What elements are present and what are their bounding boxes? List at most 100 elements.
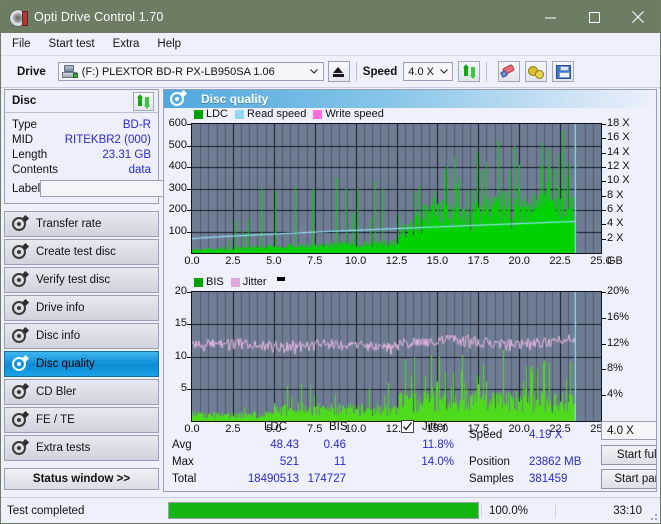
legend-swatch [235, 109, 245, 119]
axis-tick-label: 20% [607, 285, 630, 297]
jitter-marker-icon [276, 277, 285, 281]
sidebar-item-extra-tests[interactable]: Extra tests [4, 435, 159, 461]
progress-bar [168, 502, 479, 519]
content-area: Disc Type BD-R MID RITEKBR2 (000) Length… [1, 87, 660, 494]
legend-item-jitter: Jitter [230, 276, 267, 288]
elapsed-time: 33:10 [555, 504, 660, 517]
sidebar-item-label: CD Bler [36, 386, 77, 398]
drive-select[interactable]: (F:) PLEXTOR BD-R PX-LB950SA 1.06 [57, 62, 324, 81]
stats-header-ldc: LDC [264, 421, 288, 433]
axis-tick-label: 15 [174, 317, 187, 330]
drive-select-value: (F:) PLEXTOR BD-R PX-LB950SA 1.06 [81, 65, 275, 78]
sidebar-item-disc-quality[interactable]: Disc quality [4, 351, 159, 377]
drive-label: Drive [17, 65, 46, 78]
disc-icon [9, 8, 28, 27]
sidebar-item-label: Transfer rate [36, 218, 102, 230]
axis-tick [602, 138, 606, 140]
speed-select[interactable]: 4.0 X [403, 62, 454, 81]
axis-tick-label: 20.0 [508, 255, 530, 267]
maximize-icon[interactable] [572, 1, 616, 33]
axis-tick [187, 388, 191, 390]
stats-row-label-avg: Avg [172, 439, 192, 451]
axis-tick-label: 12% [607, 336, 630, 349]
start-part-button[interactable]: Start part [601, 469, 656, 489]
sidebar-item-disc-info[interactable]: Disc info [4, 323, 159, 349]
stats-avg-jitter: 11.8% [422, 439, 454, 451]
start-full-button[interactable]: Start full [601, 445, 656, 465]
sidebar-item-label: Disc info [36, 330, 81, 342]
axis-tick-label: 5.0 [266, 255, 282, 267]
ldc-chart-legend: LDC Read speed Write speed [194, 108, 391, 120]
axis-tick-label: 200 [168, 203, 187, 215]
stats-max-jitter: 14.0% [421, 456, 454, 468]
sidebar-item-transfer-rate[interactable]: Transfer rate [4, 211, 159, 237]
stats-row-label-max: Max [172, 456, 194, 468]
settings-button[interactable] [525, 61, 548, 82]
axis-tick [602, 181, 606, 183]
sidebar-item-drive-info[interactable]: Drive info [4, 295, 159, 321]
sidebar-item-cd-bler[interactable]: CD Bler [4, 379, 159, 405]
axis-tick [187, 167, 191, 168]
refresh-icon [136, 93, 151, 109]
stats-total-ldc: 18490513 [247, 473, 299, 485]
sidebar-item-fe-te[interactable]: FE / TE [4, 407, 159, 433]
menu-help[interactable]: Help [155, 36, 190, 52]
test-speed-select[interactable]: 4.0 X [601, 421, 656, 440]
ldc-plot-area [191, 123, 602, 254]
legend-label: Write speed [325, 108, 384, 120]
axis-tick [602, 343, 606, 345]
close-icon[interactable] [616, 1, 660, 33]
menu-file[interactable]: File [10, 36, 40, 52]
disc-test-icon [12, 242, 30, 260]
sidebar-item-label: FE / TE [36, 414, 75, 426]
disc-test-icon [12, 354, 30, 372]
disc-test-icon [12, 214, 30, 232]
refresh-button[interactable] [458, 61, 481, 82]
menu-extra[interactable]: Extra [111, 36, 149, 52]
eject-button[interactable] [327, 61, 350, 82]
minimize-icon[interactable] [528, 1, 572, 33]
speed-select-value: 4.0 X [408, 65, 434, 78]
axis-tick-label: 400 [168, 160, 187, 172]
erase-button[interactable] [498, 61, 521, 82]
legend-label: Jitter [242, 276, 267, 288]
status-window-button[interactable]: Status window >> [4, 468, 159, 490]
sidebar-item-label: Verify test disc [36, 274, 111, 286]
axis-tick-label: 16% [607, 310, 630, 323]
bis-chart-legend: BIS Jitter [194, 276, 285, 288]
legend-swatch [230, 277, 240, 287]
axis-tick [187, 356, 191, 358]
legend-swatch [194, 277, 203, 287]
refresh-icon [462, 64, 477, 79]
menu-start-test[interactable]: Start test [47, 36, 104, 52]
status-bar: Test completed 100.0% 33:10 [1, 497, 660, 523]
drive-icon [61, 65, 78, 78]
disc-label-key: Label [12, 182, 41, 195]
disc-refresh-button[interactable] [133, 91, 154, 111]
sidebar-item-label: Extra tests [36, 442, 91, 454]
sidebar-nav: Transfer rate Create test disc Verify te… [4, 211, 159, 461]
disc-row-key: Type [12, 118, 37, 131]
legend-swatch [313, 109, 323, 119]
resize-grip[interactable] [648, 511, 658, 521]
window-controls [528, 1, 660, 33]
disc-quality-panel: Disc quality LDC Read speed Write speed … [163, 89, 657, 492]
save-button[interactable] [552, 61, 575, 82]
disc-test-icon [12, 438, 30, 456]
sidebar-item-label: Disc quality [36, 358, 95, 370]
disc-test-icon [12, 410, 30, 428]
axis-tick-label: 0.0 [184, 255, 200, 267]
save-icon [555, 64, 571, 79]
axis-tick-label: 8 X [607, 188, 624, 201]
sidebar-item-create-test-disc[interactable]: Create test disc [4, 239, 159, 265]
position-stat-label: Position [469, 456, 510, 468]
disc-panel-header: Disc [5, 90, 158, 113]
sidebar-item-verify-test-disc[interactable]: Verify test disc [4, 267, 159, 293]
jitter-checkbox[interactable] [401, 420, 414, 433]
legend-label: Read speed [247, 108, 307, 120]
stats-avg-ldc: 48.43 [270, 439, 299, 451]
axis-tick-label: 6 X [607, 203, 624, 215]
speed-stat-value: 4.19 X [529, 429, 563, 441]
axis-tick-label: 16 X [607, 131, 630, 144]
disc-row-value: 23.31 GB [102, 148, 151, 161]
